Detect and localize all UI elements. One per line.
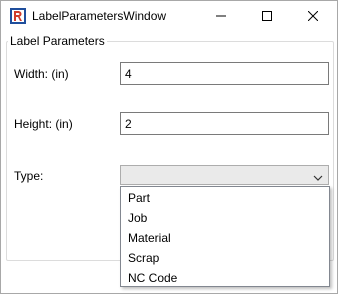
type-option-material[interactable]: Material <box>122 228 329 248</box>
chevron-down-icon[interactable] <box>313 171 323 181</box>
type-option-part[interactable]: Part <box>122 188 329 208</box>
title-bar[interactable]: LabelParametersWindow <box>1 1 337 31</box>
app-icon <box>10 8 26 24</box>
height-label: Height: (in) <box>14 117 73 131</box>
type-option-scrap[interactable]: Scrap <box>122 248 329 268</box>
window-title: LabelParametersWindow <box>32 9 167 23</box>
width-input[interactable] <box>120 62 329 85</box>
type-label: Type: <box>14 169 44 183</box>
group-legend: Label Parameters <box>8 34 107 48</box>
maximize-button[interactable] <box>244 1 290 31</box>
close-icon <box>308 11 318 21</box>
type-dropdown-list: Part Job Material Scrap NC Code <box>120 186 330 287</box>
maximize-icon <box>262 11 272 21</box>
type-option-nc-code[interactable]: NC Code <box>122 268 329 288</box>
height-input[interactable] <box>120 112 329 135</box>
type-combobox[interactable] <box>120 165 329 185</box>
minimize-icon <box>216 15 226 17</box>
minimize-button[interactable] <box>198 1 244 31</box>
label-parameters-window: LabelParametersWindow Label Parameters W… <box>0 0 338 294</box>
close-button[interactable] <box>290 1 336 31</box>
type-option-job[interactable]: Job <box>122 208 329 228</box>
width-label: Width: (in) <box>14 67 69 81</box>
